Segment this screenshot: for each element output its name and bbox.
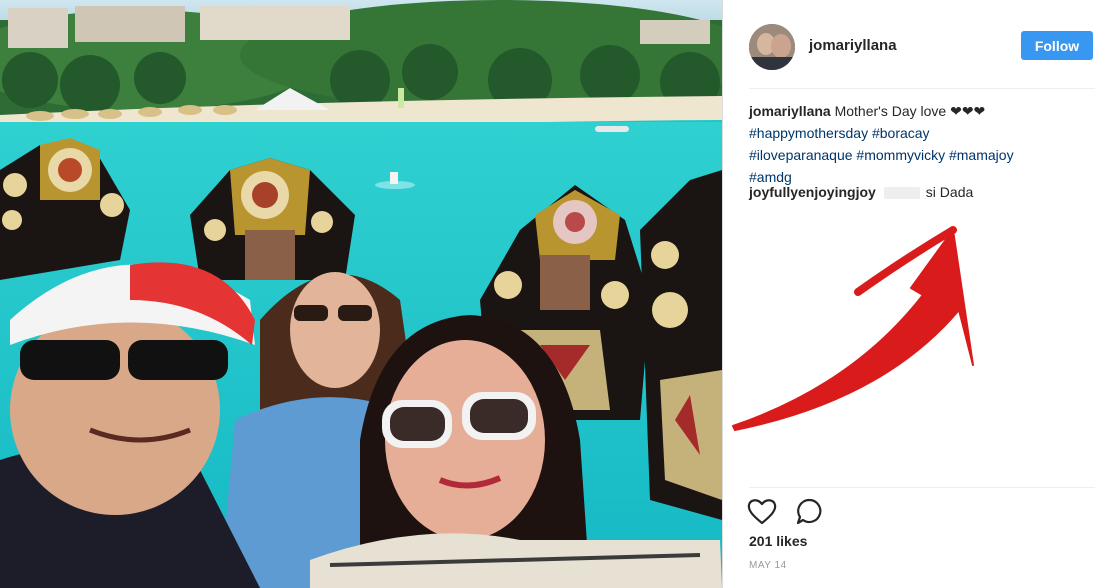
caption-text: Mother's Day love bbox=[834, 103, 947, 119]
hashtag-link[interactable]: #iloveparanaque bbox=[749, 147, 853, 163]
hashtag-link[interactable]: #happymothersday bbox=[749, 125, 868, 141]
speech-bubble-icon[interactable] bbox=[795, 498, 825, 526]
header-divider bbox=[749, 88, 1095, 89]
red-arrow-annotation bbox=[732, 226, 974, 431]
footer-divider bbox=[749, 487, 1095, 488]
post-date: MAY 14 bbox=[749, 560, 787, 571]
post-header: jomariyllana Follow bbox=[723, 0, 1120, 88]
comment-username[interactable]: joyfullyenjoyingjoy bbox=[749, 184, 876, 200]
follow-button[interactable]: Follow bbox=[1021, 31, 1093, 60]
post-caption: jomariyllana Mother's Day love ❤❤❤ #happ… bbox=[749, 100, 1089, 188]
likes-count[interactable]: 201 likes bbox=[749, 533, 807, 549]
avatar[interactable] bbox=[749, 24, 795, 70]
photo-illustration bbox=[0, 0, 722, 588]
hashtag-link[interactable]: #mamajoy bbox=[949, 147, 1014, 163]
hashtag-link[interactable]: #mommyvicky bbox=[856, 147, 945, 163]
post-photo[interactable] bbox=[0, 0, 722, 588]
comment-text: si Dada bbox=[925, 184, 974, 200]
caption-hearts: ❤❤❤ bbox=[950, 103, 986, 119]
post-author-username[interactable]: jomariyllana bbox=[809, 37, 897, 54]
redacted-mention bbox=[883, 187, 920, 200]
post-side-panel: jomariyllana Follow jomariyllana Mother'… bbox=[723, 0, 1120, 588]
caption-username[interactable]: jomariyllana bbox=[749, 103, 831, 119]
performer-far-right bbox=[640, 170, 722, 520]
avatar-image bbox=[749, 24, 795, 70]
hashtag-link[interactable]: #boracay bbox=[872, 125, 930, 141]
heart-icon[interactable] bbox=[747, 498, 777, 526]
